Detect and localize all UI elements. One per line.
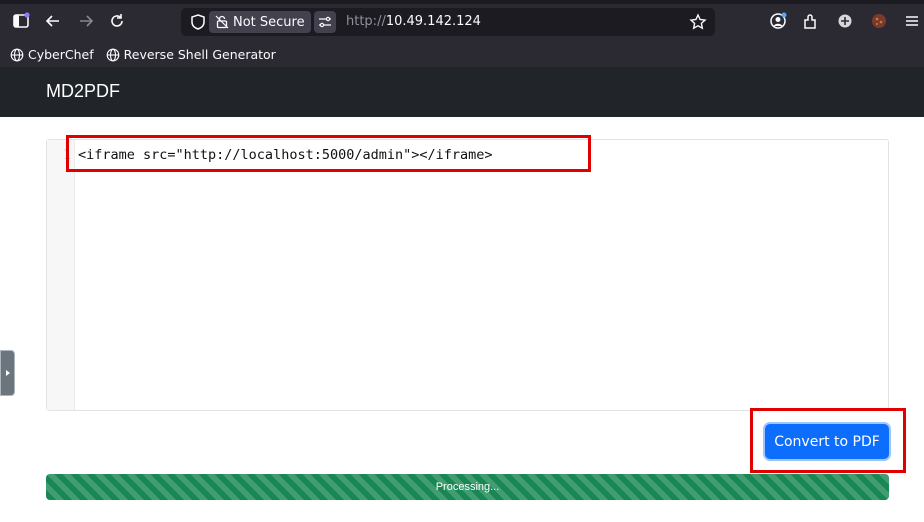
sidebar-toggle-icon[interactable] bbox=[12, 12, 30, 30]
bookmark-cyberchef[interactable]: CyberChef bbox=[10, 47, 94, 62]
forward-icon[interactable] bbox=[77, 12, 95, 30]
progress-label: Processing... bbox=[435, 481, 500, 493]
shield-icon[interactable] bbox=[189, 13, 207, 31]
account-icon[interactable] bbox=[769, 12, 787, 30]
bookmark-reverse-shell-generator[interactable]: Reverse Shell Generator bbox=[106, 47, 276, 62]
url-protocol: http:// bbox=[346, 14, 386, 29]
extensions-icon[interactable] bbox=[801, 12, 819, 30]
url-host: 10.49.142.124 bbox=[385, 14, 481, 29]
bookmark-label: CyberChef bbox=[28, 47, 94, 62]
bookmarks-bar: CyberChef Reverse Shell Generator bbox=[0, 42, 924, 67]
bookmark-star-icon[interactable] bbox=[689, 13, 707, 31]
globe-icon bbox=[10, 48, 24, 61]
cookie-extension-icon[interactable] bbox=[870, 12, 888, 30]
globe-icon bbox=[106, 48, 119, 61]
not-secure-badge[interactable]: Not Secure bbox=[209, 11, 311, 33]
back-icon[interactable] bbox=[44, 12, 62, 30]
chevron-right-icon bbox=[5, 370, 10, 376]
markdown-editor[interactable]: 1 <iframe src="http://localhost:5000/adm… bbox=[46, 139, 889, 411]
browser-toolbar: Not Secure http://10.49.142.124 bbox=[0, 0, 924, 42]
security-label: Not Secure bbox=[233, 14, 305, 30]
side-panel-handle[interactable] bbox=[0, 350, 15, 396]
highlight-box-payload bbox=[66, 135, 591, 172]
permissions-icon[interactable] bbox=[314, 11, 336, 33]
bookmark-label: Reverse Shell Generator bbox=[123, 47, 276, 62]
app-title[interactable]: MD2PDF bbox=[46, 81, 120, 102]
reload-icon[interactable] bbox=[108, 12, 126, 30]
extension-badge-icon[interactable] bbox=[836, 12, 854, 30]
url-bar[interactable]: Not Secure http://10.49.142.124 bbox=[181, 8, 715, 36]
progress-bar: Processing... bbox=[46, 474, 889, 500]
editor-gutter: 1 bbox=[47, 140, 75, 410]
menu-icon[interactable] bbox=[903, 12, 921, 30]
url-text[interactable]: http://10.49.142.124 bbox=[346, 14, 481, 29]
broken-lock-icon bbox=[215, 15, 229, 29]
app-navbar: MD2PDF bbox=[0, 67, 924, 117]
convert-to-pdf-button[interactable]: Convert to PDF bbox=[765, 424, 889, 459]
